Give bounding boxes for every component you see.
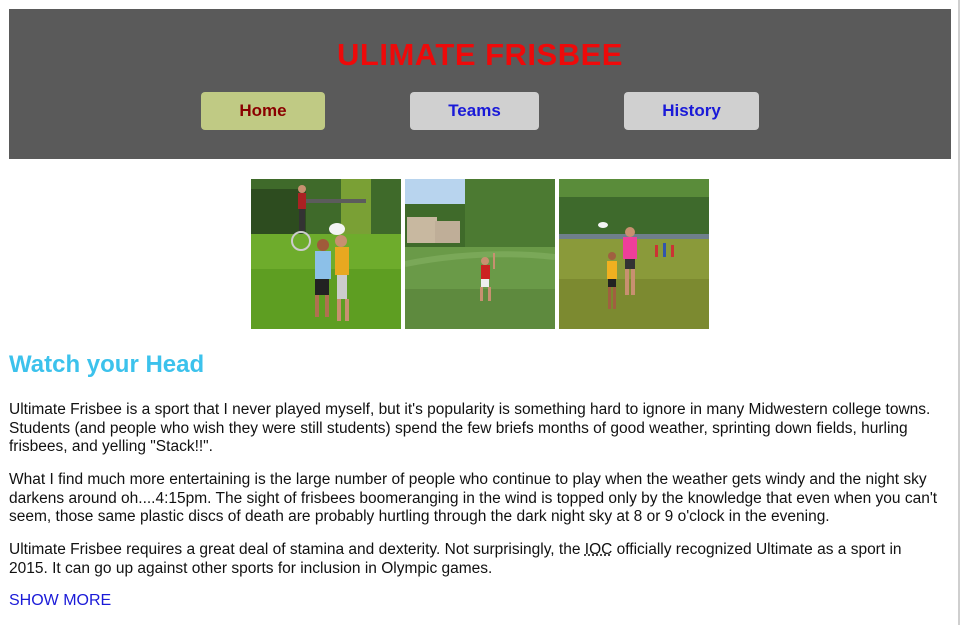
site-title: ULIMATE FRISBEE	[337, 37, 623, 72]
paragraph-olympics: Ultimate Frisbee requires a great deal o…	[9, 541, 944, 578]
nav-history-button[interactable]: History	[624, 92, 759, 130]
frisbee-throw-field-photo	[405, 179, 555, 329]
paragraph-intro: Ultimate Frisbee is a sport that I never…	[9, 401, 931, 455]
frisbee-catch-field-photo	[559, 179, 709, 329]
nav-teams-button[interactable]: Teams	[410, 92, 539, 130]
paragraph-text-before: Ultimate Frisbee requires a great deal o…	[9, 541, 585, 558]
paragraph-weather: What I find much more entertaining is th…	[9, 471, 938, 525]
section-heading: Watch your Head	[9, 351, 205, 378]
ioc-abbreviation[interactable]: IOC	[585, 541, 613, 558]
nav-home-button[interactable]: Home	[201, 92, 325, 130]
show-more-link[interactable]: SHOW MORE	[9, 592, 111, 610]
site-header: ULIMATE FRISBEE Home Teams History	[9, 9, 951, 159]
frisbee-players-grass-photo	[251, 179, 401, 329]
